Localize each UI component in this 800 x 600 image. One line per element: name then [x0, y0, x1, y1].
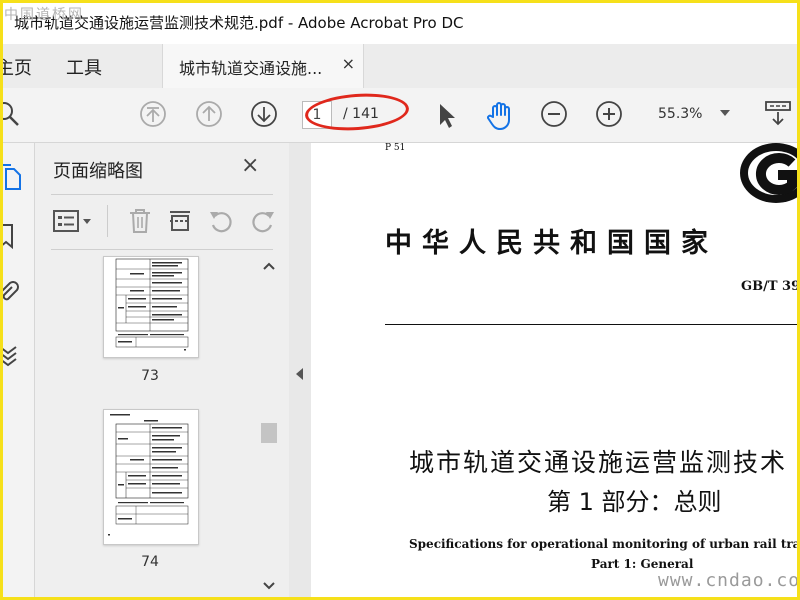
rotate-counterclockwise-icon[interactable]	[207, 207, 235, 235]
zoom-select[interactable]: 55.3%	[648, 100, 740, 128]
first-page-icon[interactable]	[139, 100, 167, 128]
rotate-clockwise-icon[interactable]	[249, 207, 277, 235]
divider	[107, 205, 108, 237]
collapse-panel-icon[interactable]	[296, 368, 303, 380]
chevron-down-icon	[720, 110, 730, 116]
page-code: P 51	[385, 143, 406, 153]
standard-number: GB/T 39	[741, 279, 800, 294]
bookmark-icon[interactable]	[0, 223, 18, 251]
options-menu-icon[interactable]	[51, 207, 97, 235]
fit-page-icon[interactable]	[764, 100, 792, 128]
scrollbar-thumb[interactable]	[261, 423, 277, 443]
zoom-in-icon[interactable]	[595, 100, 623, 128]
watermark-right: www.cndao.com	[658, 570, 800, 591]
gb-logo	[740, 143, 800, 203]
close-tab-icon[interactable]: ×	[342, 54, 355, 73]
extract-pages-icon[interactable]	[167, 207, 193, 235]
hand-tool-icon[interactable]	[484, 100, 516, 132]
scroll-up-icon[interactable]	[261, 259, 277, 273]
select-arrow-icon[interactable]	[432, 101, 460, 129]
document-subtitle-en: Part 1: General	[591, 557, 694, 571]
thumbnail-page-number: 74	[141, 554, 159, 570]
document-title-zh: 城市轨道交通设施运营监测技术	[409, 448, 788, 477]
thumbnail-preview	[115, 258, 189, 351]
page-thumbnails-icon[interactable]	[2, 163, 22, 193]
home-tab[interactable]: 主页	[0, 54, 32, 80]
horizontal-rule	[385, 324, 800, 325]
title-bar: 城市轨道交通设施运营监测技术规范.pdf - Adobe Acrobat Pro…	[0, 0, 800, 44]
page-thumbnail-73[interactable]	[103, 256, 199, 358]
thumbnail-page-number: 73	[141, 368, 159, 384]
zoom-value: 55.3%	[658, 106, 703, 122]
panel-title: 页面缩略图	[53, 161, 143, 182]
close-panel-icon[interactable]: ×	[241, 153, 259, 178]
watermark-left: 中国道桥网	[4, 7, 84, 23]
document-view[interactable]: P 51 中华人民共和国国家 GB/T 39 城市轨道交通设施运营监测技术 第 …	[311, 143, 800, 600]
menu-bar: 主页 工具	[0, 44, 800, 88]
layers-icon[interactable]	[0, 341, 20, 369]
search-icon[interactable]	[0, 100, 22, 128]
document-tab-label: 城市轨道交通设施...	[179, 59, 323, 78]
page-thumbnail-74[interactable]	[103, 409, 199, 545]
tools-tab[interactable]: 工具	[66, 54, 102, 80]
next-page-icon[interactable]	[250, 100, 278, 128]
scroll-down-icon[interactable]	[261, 579, 277, 593]
previous-page-icon[interactable]	[195, 100, 223, 128]
document-tab[interactable]: 城市轨道交通设施... ×	[162, 44, 364, 88]
national-standard-heading: 中华人民共和国国家	[385, 228, 718, 259]
left-tools-rail	[0, 143, 35, 600]
document-subtitle-zh: 第 1 部分：总则	[547, 488, 722, 516]
attachment-icon[interactable]	[0, 281, 20, 309]
document-title-en: Specifications for operational monitorin…	[409, 537, 800, 551]
divider	[51, 249, 273, 250]
zoom-out-icon[interactable]	[540, 100, 568, 128]
thumbnail-preview	[108, 414, 189, 536]
delete-icon[interactable]	[127, 207, 153, 235]
divider	[51, 194, 273, 195]
thumbnails-panel: 页面缩略图 × 73 74	[35, 143, 289, 600]
